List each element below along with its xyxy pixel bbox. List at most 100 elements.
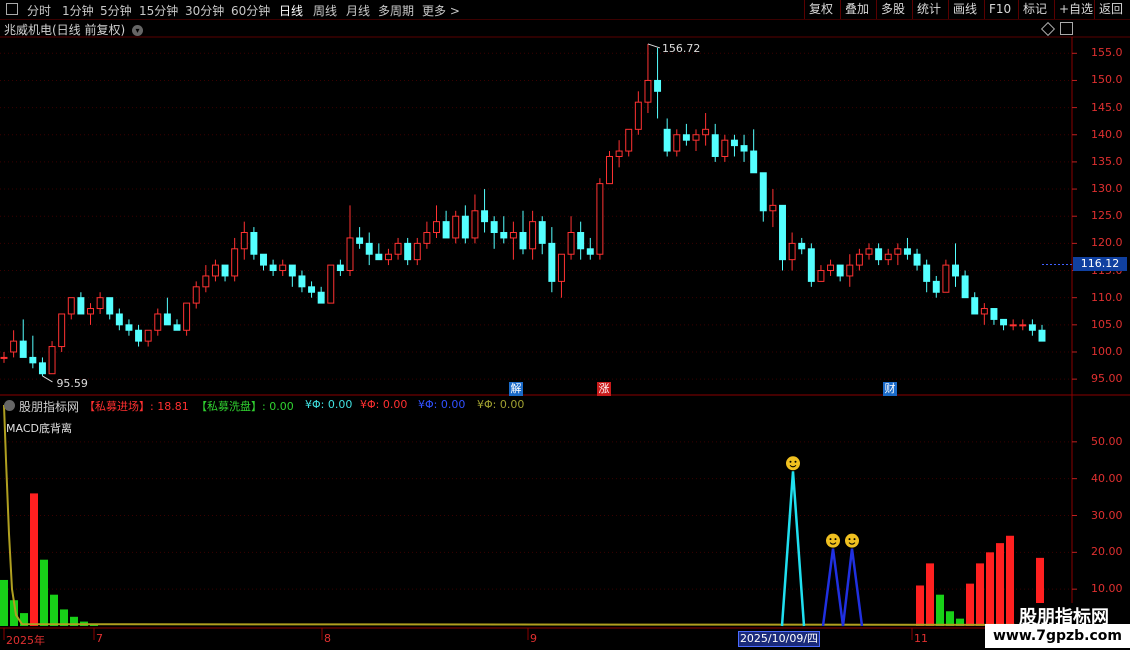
candle-body xyxy=(875,248,883,261)
candle-body xyxy=(865,248,873,255)
candle-body xyxy=(452,215,460,239)
candle-body xyxy=(634,101,642,130)
candle-body xyxy=(788,242,796,261)
candle-body xyxy=(375,253,383,261)
candle-body xyxy=(163,313,171,326)
candle-body xyxy=(606,155,613,185)
x-axis-label: 11 xyxy=(914,632,928,645)
price-tick-label: 130.0 xyxy=(1091,182,1123,196)
candle-body xyxy=(740,145,748,152)
candle-body xyxy=(394,242,402,255)
candle-body xyxy=(96,297,104,310)
high-pointer xyxy=(647,43,661,49)
candle-body xyxy=(154,313,162,331)
indicator-line-label: MACD底背离 xyxy=(6,420,72,436)
current-price-tag: 116.12 xyxy=(1073,257,1127,272)
candle-body xyxy=(529,221,537,250)
high-price-label: 156.72 xyxy=(662,42,701,55)
event-marker[interactable]: 涨 xyxy=(597,382,611,396)
watermark-url: www.7gpzb.com xyxy=(985,624,1130,648)
event-marker[interactable]: 财 xyxy=(883,382,897,396)
candle-body xyxy=(807,248,815,282)
event-marker[interactable]: 解 xyxy=(509,382,523,396)
candle-body xyxy=(961,275,969,299)
candle-body xyxy=(750,150,758,174)
candle-body xyxy=(19,340,27,358)
candle-body xyxy=(827,264,835,272)
candle-body xyxy=(663,128,671,152)
price-tick-label: 150.0 xyxy=(1091,73,1123,87)
candle-body xyxy=(87,308,94,315)
candle-body xyxy=(855,253,863,266)
price-tick-label: 145.0 xyxy=(1091,100,1123,114)
smiley-eye xyxy=(853,538,856,541)
candle-body xyxy=(721,139,729,157)
candle-body xyxy=(413,242,421,261)
indicator-value: ¥Φ: 0.00 xyxy=(360,398,408,411)
candle-body xyxy=(327,264,335,304)
candle-body xyxy=(346,237,354,272)
low-pointer xyxy=(42,375,53,383)
candle-body xyxy=(1019,324,1027,327)
smiley-icon xyxy=(845,533,859,548)
candle-body xyxy=(884,253,892,261)
candle-body xyxy=(365,242,373,255)
candle-body xyxy=(183,302,191,331)
candle-body xyxy=(317,291,325,304)
candle-body xyxy=(596,183,604,255)
candle-body xyxy=(221,264,229,277)
candle-body xyxy=(135,329,143,342)
candle-body xyxy=(509,232,517,239)
candle-body xyxy=(38,362,46,375)
main-chart: 156.72 95.59 xyxy=(0,36,1130,640)
smiley-eye xyxy=(794,460,797,463)
candle-body xyxy=(903,248,911,255)
candle-body xyxy=(548,242,556,282)
candle-body xyxy=(423,232,431,244)
candle-body xyxy=(288,264,296,277)
x-axis-label: 8 xyxy=(324,632,331,645)
histogram-bar xyxy=(966,583,974,626)
chevron-down-icon[interactable] xyxy=(4,400,15,411)
price-tick-label: 95.00 xyxy=(1091,372,1123,386)
candle-body xyxy=(625,128,633,152)
smiley-eye xyxy=(789,460,792,463)
candle-body xyxy=(58,313,66,348)
x-axis-label: 2025年 xyxy=(6,634,45,647)
indicator-name[interactable]: 股朋指标网 xyxy=(19,398,79,415)
candle-body xyxy=(279,264,287,272)
price-tick-label: 120.0 xyxy=(1091,236,1123,250)
candle-body xyxy=(67,297,75,315)
histogram-bar xyxy=(996,543,1004,626)
candle-body xyxy=(682,134,690,141)
candle-body xyxy=(336,264,344,272)
candle-body xyxy=(557,253,565,282)
candle-body xyxy=(894,248,902,255)
candle-body xyxy=(769,204,777,212)
price-tick-label: 140.0 xyxy=(1091,127,1123,141)
candle-body xyxy=(48,346,56,375)
candle-body xyxy=(1009,324,1017,327)
histogram-bar xyxy=(936,594,944,626)
indicator-value: 【私募进场】: 18.81 xyxy=(84,400,189,413)
candle-body xyxy=(798,242,806,250)
price-tick-label: 110.0 xyxy=(1091,290,1123,304)
smiley-eye xyxy=(848,538,851,541)
candle-body xyxy=(77,297,85,315)
candle-body xyxy=(1000,318,1008,326)
cyan-spike xyxy=(780,471,806,627)
candle-body xyxy=(932,280,940,293)
candle-body xyxy=(942,264,950,293)
cursor-date-tag: 2025/10/09/四 xyxy=(738,631,820,647)
histogram-bar xyxy=(976,563,984,626)
ind-tick-label: 30.00 xyxy=(1091,508,1123,522)
candle-body xyxy=(673,134,681,152)
candle-body xyxy=(442,221,450,239)
candle-body xyxy=(211,264,219,277)
candle-body xyxy=(817,270,825,282)
candle-body xyxy=(990,308,998,320)
macd-label: MACD底背离 xyxy=(6,422,72,435)
candle-body xyxy=(692,134,700,141)
price-tick-label: 135.0 xyxy=(1091,154,1123,168)
candle-body xyxy=(433,221,440,234)
